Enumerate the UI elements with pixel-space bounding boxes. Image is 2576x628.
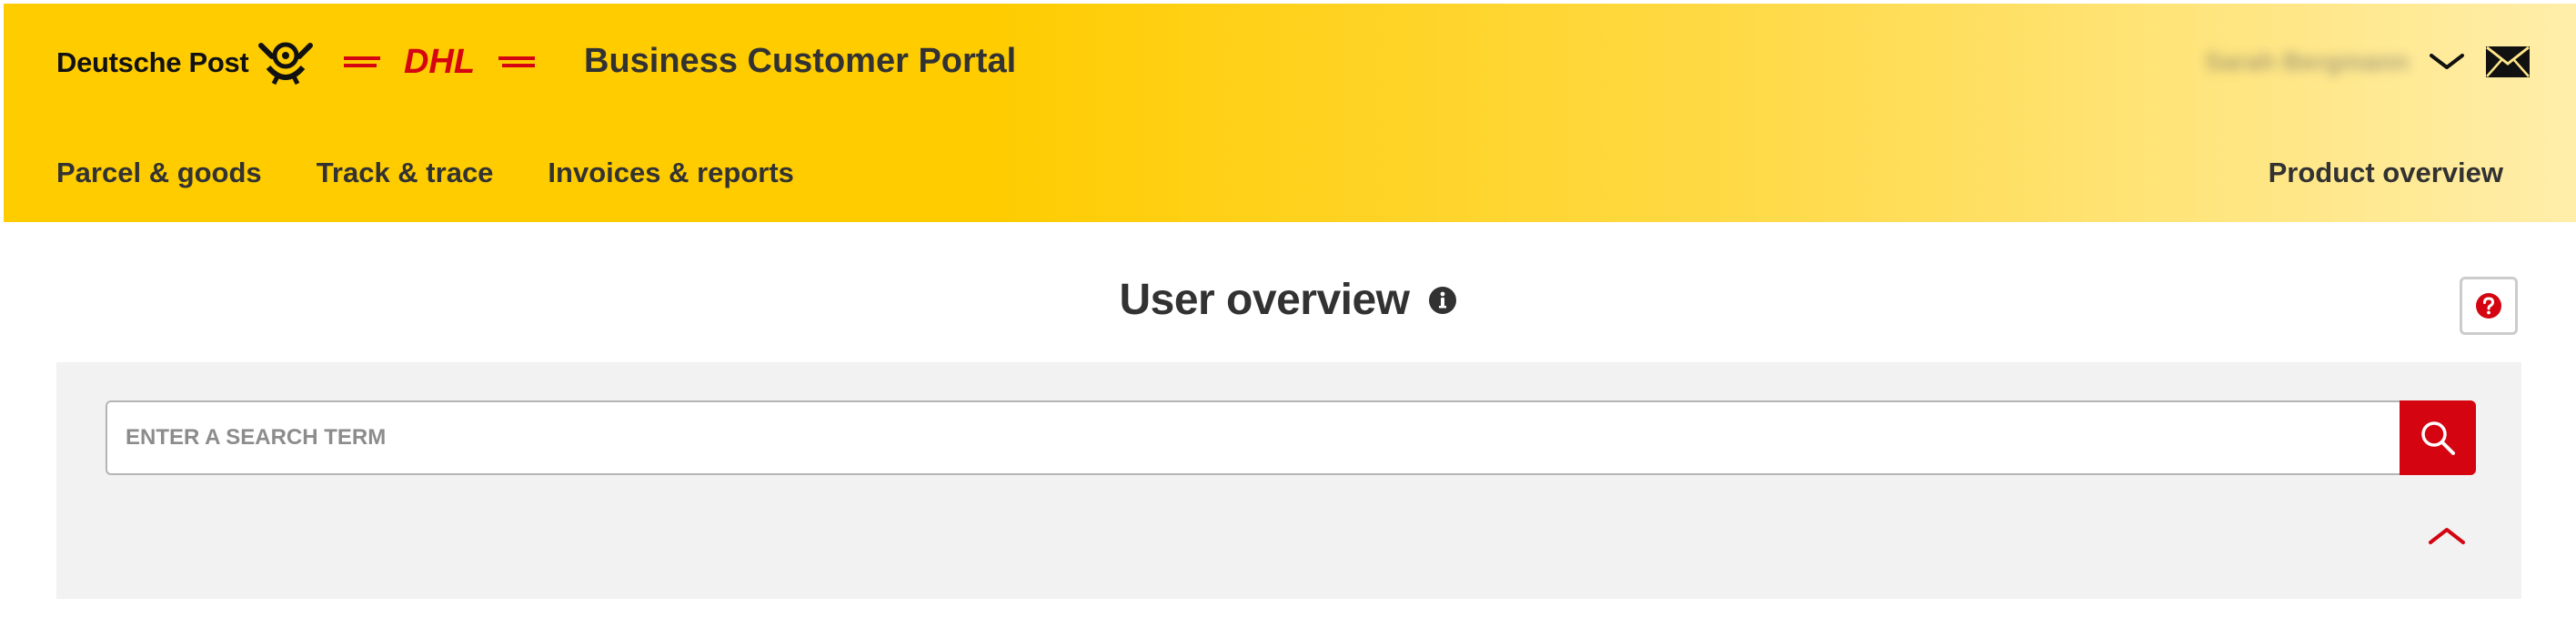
- help-icon: [2476, 293, 2501, 319]
- nav-item-parcel-goods[interactable]: Parcel & goods: [56, 157, 262, 197]
- page-title: User overview: [1119, 276, 1410, 324]
- search-input[interactable]: [106, 400, 2400, 475]
- info-icon[interactable]: [1428, 286, 1457, 315]
- main-nav: Parcel & goods Track & trace Invoices & …: [56, 157, 794, 197]
- help-button[interactable]: [2460, 277, 2518, 335]
- search-button[interactable]: [2400, 400, 2476, 475]
- search-box: [106, 400, 2476, 475]
- dhl-wordmark: DHL: [404, 44, 475, 78]
- mail-icon[interactable]: [2485, 46, 2531, 78]
- search-panel: [56, 362, 2521, 599]
- dhl-logo[interactable]: DHL: [344, 44, 535, 78]
- user-name[interactable]: Sarah Bergmann: [2205, 47, 2409, 76]
- nav-item-track-trace[interactable]: Track & trace: [317, 157, 494, 197]
- nav-item-invoices-reports[interactable]: Invoices & reports: [548, 157, 793, 197]
- search-icon: [2421, 421, 2455, 455]
- nav-item-product-overview[interactable]: Product overview: [2269, 157, 2503, 189]
- post-horn-icon: [258, 42, 314, 86]
- chevron-down-icon[interactable]: [2429, 51, 2465, 73]
- portal-header: Deutsche Post DHL Business Customer Port…: [4, 4, 2576, 222]
- brand-row: Deutsche Post DHL Business Customer Port…: [4, 4, 2576, 122]
- chevron-up-icon[interactable]: [2427, 522, 2467, 548]
- deutsche-post-logo[interactable]: Deutsche Post: [56, 40, 314, 86]
- user-area: Sarah Bergmann: [2205, 42, 2531, 82]
- deutsche-post-wordmark: Deutsche Post: [56, 46, 249, 78]
- portal-title: Business Customer Portal: [584, 42, 1017, 80]
- page-title-row: User overview: [0, 275, 2576, 325]
